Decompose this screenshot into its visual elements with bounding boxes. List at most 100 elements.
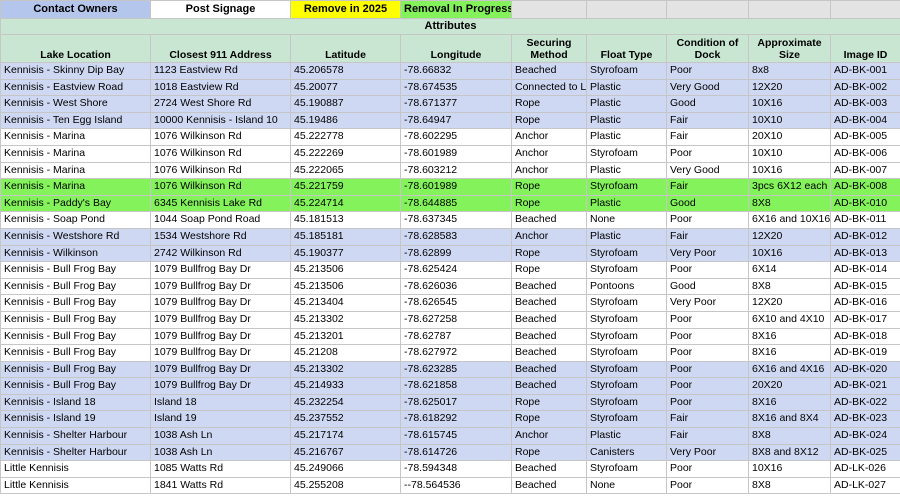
cell-address[interactable]: 1076 Wilkinson Rd [150, 144, 291, 163]
cell-longitude[interactable]: -78.601989 [400, 144, 512, 163]
cell-address[interactable]: Island 19 [150, 410, 291, 429]
cell-size[interactable]: 10X10 [748, 144, 831, 163]
col-header-float-type[interactable]: Float Type [586, 34, 667, 63]
cell-address[interactable]: 10000 Kennisis - Island 10 [150, 111, 291, 130]
cell-size[interactable]: 10X10 [748, 111, 831, 130]
cell-float-type[interactable]: Styrofoam [586, 261, 667, 279]
empty-cell[interactable] [830, 0, 900, 19]
cell-longitude[interactable]: -78.66832 [400, 62, 512, 80]
cell-longitude[interactable]: -78.671377 [400, 95, 512, 113]
cell-securing-method[interactable]: Beached [511, 360, 587, 379]
cell-size[interactable]: 20X10 [748, 128, 831, 146]
cell-longitude[interactable]: -78.644885 [400, 194, 512, 213]
cell-securing-method[interactable]: Beached [511, 294, 587, 312]
cell-size[interactable]: 12X20 [748, 78, 831, 97]
cell-condition[interactable]: Good [666, 194, 749, 213]
cell-latitude[interactable]: 45.237552 [290, 410, 401, 429]
cell-location[interactable]: Kennisis - Bull Frog Bay [0, 310, 151, 329]
cell-size[interactable]: 6X10 and 4X10 [748, 310, 831, 329]
cell-float-type[interactable]: Plastic [586, 161, 667, 180]
cell-float-type[interactable]: Plastic [586, 227, 667, 246]
cell-address[interactable]: 2724 West Shore Rd [150, 95, 291, 113]
cell-longitude[interactable]: -78.594348 [400, 460, 512, 478]
cell-float-type[interactable]: Styrofoam [586, 393, 667, 412]
cell-float-type[interactable]: Plastic [586, 128, 667, 146]
cell-float-type[interactable]: None [586, 476, 667, 495]
col-header-condition[interactable]: Condition of Dock [666, 34, 749, 63]
cell-latitude[interactable]: 45.213302 [290, 310, 401, 329]
cell-longitude[interactable]: -78.627972 [400, 344, 512, 362]
cell-address[interactable]: 1079 Bullfrog Bay Dr [150, 360, 291, 379]
cell-size[interactable]: 8X8 and 8X12 [748, 443, 831, 462]
cell-location[interactable]: Kennisis - Island 18 [0, 393, 151, 412]
cell-image-id[interactable]: AD-BK-013 [830, 244, 900, 263]
cell-securing-method[interactable]: Beached [511, 211, 587, 229]
cell-address[interactable]: Island 18 [150, 393, 291, 412]
cell-location[interactable]: Kennisis - Wilkinson [0, 244, 151, 263]
cell-securing-method[interactable]: Beached [511, 310, 587, 329]
cell-condition[interactable]: Good [666, 277, 749, 296]
cell-address[interactable]: 6345 Kennisis Lake Rd [150, 194, 291, 213]
cell-securing-method[interactable]: Rope [511, 95, 587, 113]
cell-latitude[interactable]: 45.185181 [290, 227, 401, 246]
cell-image-id[interactable]: AD-BK-008 [830, 178, 900, 196]
cell-latitude[interactable]: 45.181513 [290, 211, 401, 229]
section-title[interactable]: Attributes [0, 18, 900, 35]
cell-float-type[interactable]: Styrofoam [586, 377, 667, 395]
cell-image-id[interactable]: AD-BK-004 [830, 111, 900, 130]
cell-address[interactable]: 1123 Eastview Rd [150, 62, 291, 80]
cell-securing-method[interactable]: Connected to L [511, 78, 587, 97]
cell-condition[interactable]: Poor [666, 62, 749, 80]
col-header-location[interactable]: Lake Location [0, 34, 151, 63]
cell-location[interactable]: Kennisis - Skinny Dip Bay [0, 62, 151, 80]
cell-image-id[interactable]: AD-BK-025 [830, 443, 900, 462]
cell-float-type[interactable]: Plastic [586, 427, 667, 445]
cell-condition[interactable]: Very Poor [666, 244, 749, 263]
cell-image-id[interactable]: AD-BK-015 [830, 277, 900, 296]
cell-condition[interactable]: Poor [666, 360, 749, 379]
cell-latitude[interactable]: 45.222065 [290, 161, 401, 180]
cell-location[interactable]: Kennisis - Westshore Rd [0, 227, 151, 246]
legend-contact-owners[interactable]: Contact Owners [0, 0, 151, 19]
cell-securing-method[interactable]: Beached [511, 377, 587, 395]
cell-securing-method[interactable]: Rope [511, 244, 587, 263]
cell-latitude[interactable]: 45.213506 [290, 277, 401, 296]
cell-securing-method[interactable]: Rope [511, 410, 587, 429]
cell-securing-method[interactable]: Rope [511, 111, 587, 130]
cell-size[interactable]: 10X16 [748, 161, 831, 180]
cell-float-type[interactable]: Styrofoam [586, 294, 667, 312]
cell-condition[interactable]: Fair [666, 427, 749, 445]
cell-address[interactable]: 1079 Bullfrog Bay Dr [150, 377, 291, 395]
cell-longitude[interactable]: -78.603212 [400, 161, 512, 180]
cell-float-type[interactable]: Styrofoam [586, 360, 667, 379]
empty-cell[interactable] [586, 0, 667, 19]
col-header-securing-method[interactable]: Securing Method [511, 34, 587, 63]
cell-size[interactable]: 20X20 [748, 377, 831, 395]
cell-image-id[interactable]: AD-BK-001 [830, 62, 900, 80]
cell-latitude[interactable]: 45.232254 [290, 393, 401, 412]
cell-address[interactable]: 1044 Soap Pond Road [150, 211, 291, 229]
cell-address[interactable]: 1018 Eastview Rd [150, 78, 291, 97]
cell-condition[interactable]: Poor [666, 144, 749, 163]
cell-condition[interactable]: Poor [666, 460, 749, 478]
cell-size[interactable]: 8X8 [748, 277, 831, 296]
cell-location[interactable]: Kennisis - Shelter Harbour [0, 443, 151, 462]
cell-latitude[interactable]: 45.190887 [290, 95, 401, 113]
cell-float-type[interactable]: Styrofoam [586, 144, 667, 163]
cell-float-type[interactable]: Plastic [586, 78, 667, 97]
cell-condition[interactable]: Fair [666, 128, 749, 146]
cell-image-id[interactable]: AD-BK-011 [830, 211, 900, 229]
cell-address[interactable]: 1534 Westshore Rd [150, 227, 291, 246]
cell-securing-method[interactable]: Anchor [511, 128, 587, 146]
cell-size[interactable]: 10X16 [748, 460, 831, 478]
col-header-address[interactable]: Closest 911 Address [150, 34, 291, 63]
cell-float-type[interactable]: Styrofoam [586, 310, 667, 329]
cell-size[interactable]: 12X20 [748, 227, 831, 246]
col-header-longitude[interactable]: Longitude [400, 34, 512, 63]
cell-longitude[interactable]: -78.637345 [400, 211, 512, 229]
cell-size[interactable]: 10X16 [748, 244, 831, 263]
cell-float-type[interactable]: Styrofoam [586, 344, 667, 362]
cell-image-id[interactable]: AD-BK-007 [830, 161, 900, 180]
cell-securing-method[interactable]: Beached [511, 277, 587, 296]
cell-image-id[interactable]: AD-BK-012 [830, 227, 900, 246]
